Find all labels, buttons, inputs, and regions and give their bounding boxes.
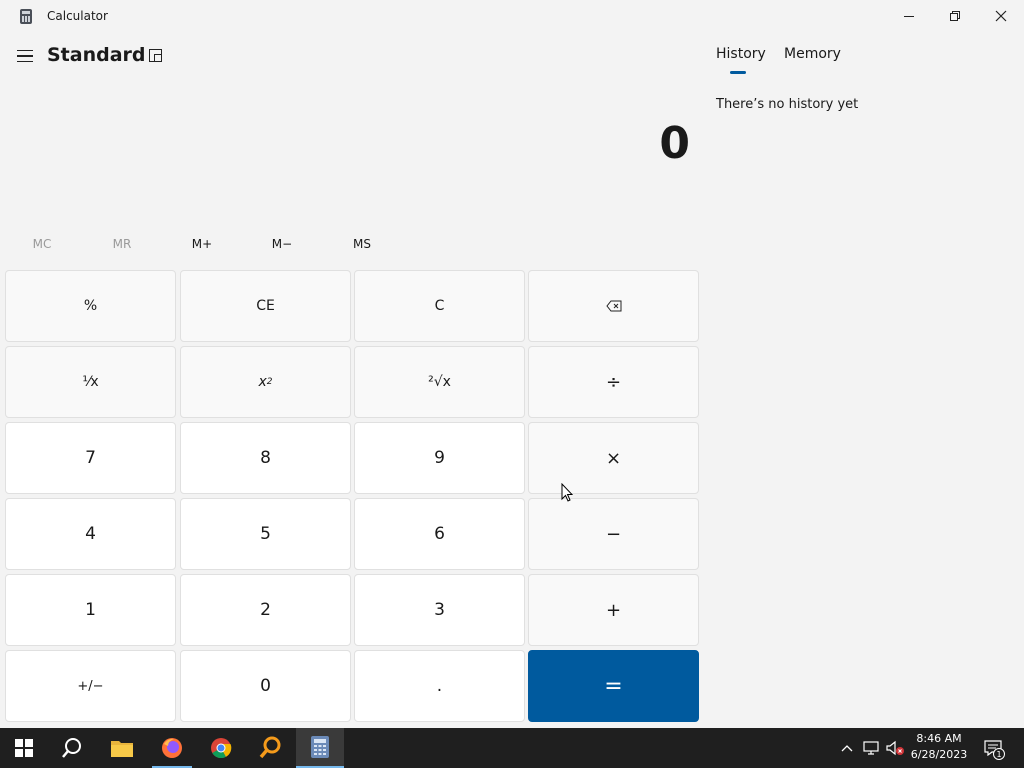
- five-button[interactable]: 5: [180, 498, 351, 570]
- negate-button[interactable]: +/−: [5, 650, 176, 722]
- multiply-button[interactable]: ×: [528, 422, 699, 494]
- chevron-up-icon: [841, 745, 853, 752]
- close-button[interactable]: [978, 0, 1024, 32]
- active-tab-indicator: [730, 71, 746, 74]
- taskbar-clock[interactable]: 8:46 AM 6/28/2023: [906, 731, 972, 763]
- square-button[interactable]: x2: [180, 346, 351, 418]
- restore-button[interactable]: [932, 0, 978, 32]
- nine-button[interactable]: 9: [354, 422, 525, 494]
- two-button[interactable]: 2: [180, 574, 351, 646]
- calculator-mode-title: Standard: [47, 44, 146, 66]
- start-button[interactable]: [0, 728, 48, 768]
- close-icon: [995, 10, 1007, 22]
- taskbar-chrome[interactable]: [197, 728, 245, 768]
- tab-history[interactable]: History: [716, 46, 766, 62]
- six-button[interactable]: 6: [354, 498, 525, 570]
- taskbar: 8:46 AM 6/28/2023 1: [0, 728, 1024, 768]
- history-empty-message: There’s no history yet: [716, 97, 859, 112]
- memory-add-button[interactable]: M+: [162, 228, 242, 260]
- notification-count-badge: 1: [993, 748, 1005, 760]
- equals-button[interactable]: =: [528, 650, 699, 722]
- memory-recall-button[interactable]: MR: [82, 228, 162, 260]
- seven-button[interactable]: 7: [5, 422, 176, 494]
- network-icon: [863, 741, 879, 755]
- reciprocal-button[interactable]: ⅟x: [5, 346, 176, 418]
- three-button[interactable]: 3: [354, 574, 525, 646]
- restore-icon: [950, 11, 960, 21]
- taskbar-calculator[interactable]: [296, 728, 344, 768]
- memory-clear-button[interactable]: MC: [2, 228, 82, 260]
- network-button[interactable]: [860, 728, 882, 768]
- percent-button[interactable]: %: [5, 270, 176, 342]
- minus-button[interactable]: −: [528, 498, 699, 570]
- zero-button[interactable]: 0: [180, 650, 351, 722]
- taskbar-search-tool[interactable]: [246, 728, 294, 768]
- decimal-button[interactable]: .: [354, 650, 525, 722]
- one-button[interactable]: 1: [5, 574, 176, 646]
- square-root-button[interactable]: ²√x: [354, 346, 525, 418]
- navigation-menu-button[interactable]: [12, 42, 38, 70]
- taskbar-search-button[interactable]: [48, 728, 96, 768]
- backspace-icon: [605, 300, 621, 312]
- backspace-button[interactable]: [528, 270, 699, 342]
- mouse-cursor-icon: [561, 483, 573, 502]
- memory-subtract-button[interactable]: M−: [242, 228, 322, 260]
- memory-controls: MC MR M+ M− MS: [0, 228, 700, 260]
- search-icon: [62, 738, 81, 758]
- memory-store-button[interactable]: MS: [322, 228, 402, 260]
- clear-button[interactable]: C: [354, 270, 525, 342]
- clock-time: 8:46 AM: [916, 732, 962, 745]
- minimize-icon: [904, 15, 914, 17]
- plus-button[interactable]: +: [528, 574, 699, 646]
- show-hidden-icons-button[interactable]: [838, 728, 856, 768]
- square-base: x: [258, 374, 267, 390]
- result-display: 0: [659, 118, 690, 169]
- clear-entry-button[interactable]: CE: [180, 270, 351, 342]
- title-bar[interactable]: Calculator: [0, 0, 1024, 32]
- square-exponent: 2: [266, 377, 273, 387]
- divide-button[interactable]: ÷: [528, 346, 699, 418]
- windows-logo-icon: [15, 739, 33, 757]
- window-title: Calculator: [47, 9, 108, 23]
- search-tool-icon: [259, 736, 281, 759]
- firefox-icon: [162, 738, 182, 758]
- calculator-app-icon: [20, 9, 32, 24]
- keep-on-top-button[interactable]: [146, 46, 166, 66]
- eight-button[interactable]: 8: [180, 422, 351, 494]
- clock-date: 6/28/2023: [910, 748, 968, 761]
- tab-memory[interactable]: Memory: [784, 46, 841, 62]
- volume-button[interactable]: [884, 728, 906, 768]
- calculator-icon: [311, 736, 329, 758]
- file-explorer-icon: [111, 741, 133, 757]
- calculator-window: Calculator Standard 0 MC MR M+ M− MS % C…: [0, 0, 1024, 728]
- minimize-button[interactable]: [886, 0, 932, 32]
- chrome-icon: [211, 738, 232, 759]
- taskbar-firefox[interactable]: [148, 728, 196, 768]
- four-button[interactable]: 4: [5, 498, 176, 570]
- taskbar-file-explorer[interactable]: [98, 728, 146, 768]
- volume-muted-icon: [886, 740, 904, 756]
